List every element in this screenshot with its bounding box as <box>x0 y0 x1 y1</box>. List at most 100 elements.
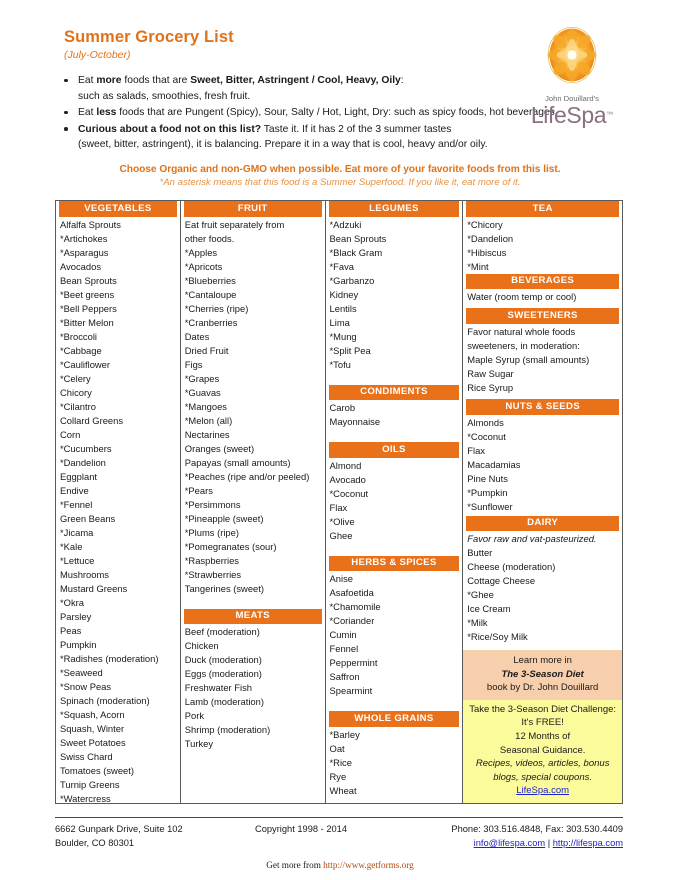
page-footer: 6662 Gunpark Drive, Suite 102 Boulder, C… <box>55 817 623 850</box>
list-item: *Dandelion <box>60 456 106 468</box>
list-item: Eat fruit separately from <box>184 218 285 230</box>
footer-contact: Phone: 303.516.4848, Fax: 303.530.4409 i… <box>430 822 623 850</box>
list-item: Squash, Winter <box>60 722 125 734</box>
list-item: Sweet Potatoes <box>60 736 126 748</box>
list-item: Carob <box>329 402 356 413</box>
bullet-dot-icon <box>64 78 68 82</box>
list-item: *Broccoli <box>60 330 97 342</box>
list-item: *Rice <box>329 756 352 768</box>
promo-book-title: The 3-Season Diet <box>501 668 584 680</box>
list-item: *Rice/Soy Milk <box>467 631 528 643</box>
list-item: Dates <box>184 330 210 342</box>
getforms-link[interactable]: http://www.getforms.org <box>323 860 414 870</box>
list-item: Oat <box>329 742 345 754</box>
list-item: Almonds <box>467 416 504 428</box>
notice-organic-line: Choose Organic and non-GMO when possible… <box>119 163 561 175</box>
list-item: *Hibiscus <box>467 246 507 258</box>
list-item: Pork <box>184 710 205 721</box>
bullet-mid: Taste it. If it has 2 of the 3 summer ta… <box>261 123 452 135</box>
section-header-herbs-spices: HERBS & SPICES <box>328 555 460 571</box>
list-legumes: *Adzuki Bean Sprouts *Black Gram *Fava *… <box>326 217 463 372</box>
section-header-vegetables: VEGETABLES <box>59 201 177 217</box>
list-item: Water (room temp or cool) <box>467 291 577 302</box>
list-item: Macadamias <box>467 458 521 470</box>
lifespa-logo: John Douillard's LifeSpa™ <box>512 22 632 128</box>
list-item: Anise <box>329 573 353 584</box>
list-item: Rye <box>329 770 347 782</box>
list-item: Butter <box>467 547 493 559</box>
bullet-post: : <box>400 75 404 86</box>
list-item: Cumin <box>329 629 357 640</box>
bullet-strong: Curious about a food not on this list? <box>78 123 262 135</box>
list-dairy: Favor raw and vat-pasteurized. Butter Ch… <box>463 531 622 644</box>
list-item: Dried Fruit <box>184 344 229 356</box>
bullet-strong: less <box>96 107 117 118</box>
list-item: Duck (moderation) <box>184 654 262 665</box>
promo-challenge-line1: Take the 3-Season Diet Challenge: <box>469 703 617 715</box>
list-item: Flax <box>329 501 348 513</box>
list-item: Mustard Greens <box>60 582 128 594</box>
promo-challenge-box: Take the 3-Season Diet Challenge: It's F… <box>463 699 622 803</box>
list-item: Cheese (moderation) <box>467 561 556 573</box>
list-item: Turnip Greens <box>60 778 120 790</box>
section-header-condiments: CONDIMENTS <box>328 384 460 400</box>
promo-challenge-line6: blogs, special coupons. <box>493 771 593 783</box>
list-item: Mayonnaise <box>329 416 381 427</box>
list-item: Rice Syrup <box>467 381 514 393</box>
notice-asterisk-line: *An asterisk means that this food is a S… <box>159 176 521 188</box>
list-item: *Milk <box>467 617 488 629</box>
list-item: *Mint <box>467 260 489 272</box>
section-header-whole-grains: WHOLE GRAINS <box>328 711 460 727</box>
list-item: Peas <box>60 624 82 636</box>
promo-book-author: book by Dr. John Douillard <box>486 682 599 694</box>
list-item: *Mung <box>329 330 357 342</box>
list-item: Almond <box>329 459 362 471</box>
getforms-prefix: Get more from <box>266 860 324 870</box>
list-item: Lentils <box>329 302 357 314</box>
list-item: *Apples <box>184 246 218 258</box>
list-item: Tomatoes (sweet) <box>60 764 134 776</box>
section-header-oils: OILS <box>328 442 460 458</box>
list-item: *Cucumbers <box>60 442 112 454</box>
list-item: *Cantaloupe <box>184 288 237 300</box>
bullet-mid: foods that are Pungent (Spicy), Sour, Sa… <box>116 107 558 118</box>
list-item: *Mangoes <box>184 400 227 412</box>
address-line-1: 6662 Gunpark Drive, Suite 102 <box>55 824 183 834</box>
list-item: Corn <box>60 428 81 440</box>
list-item: Peppermint <box>329 657 378 668</box>
list-item: *Watercress <box>60 792 111 804</box>
promo-challenge-line4: Seasonal Guidance. <box>499 744 586 756</box>
list-sweeteners: Favor natural whole foods sweeteners, in… <box>463 324 622 395</box>
list-item: Mushrooms <box>60 568 109 580</box>
list-item: *Cranberries <box>184 316 238 328</box>
list-item: *Split Pea <box>329 344 371 356</box>
list-item: Tangerines (sweet) <box>184 582 264 594</box>
footer-row: 6662 Gunpark Drive, Suite 102 Boulder, C… <box>55 822 623 850</box>
list-item: *Pomegranates (sour) <box>184 540 277 552</box>
list-item: *Kale <box>60 540 83 552</box>
list-item: sweeteners, in moderation: <box>467 339 580 351</box>
list-item: *Olive <box>329 515 355 527</box>
list-item: Swiss Chard <box>60 750 113 762</box>
list-item: *Bitter Melon <box>60 316 114 328</box>
promo-challenge-line2: It's FREE! <box>521 717 564 729</box>
list-vegetables: Alfalfa Sprouts *Artichokes *Asparagus A… <box>56 217 180 804</box>
list-item: Figs <box>184 358 203 370</box>
list-item: Parsley <box>60 610 92 622</box>
section-header-beverages: BEVERAGES <box>466 273 619 289</box>
grocery-list-page: Summer Grocery List (July-October) Eat m… <box>0 0 680 880</box>
address-line-2: Boulder, CO 80301 <box>55 838 135 848</box>
list-item: *Seaweed <box>60 666 103 678</box>
list-item: Spearmint <box>329 685 373 696</box>
logo-trademark: ™ <box>606 111 614 119</box>
lifespa-link[interactable]: LifeSpa.com <box>516 785 569 796</box>
footer-separator: | <box>547 838 551 848</box>
list-item: Beef (moderation) <box>184 626 260 637</box>
list-item: *Snow Peas <box>60 680 112 692</box>
section-header-tea: TEA <box>466 201 619 217</box>
footer-website-link[interactable]: http://lifespa.com <box>553 838 623 848</box>
list-item: Raw Sugar <box>467 367 514 379</box>
footer-email-link[interactable]: info@lifespa.com <box>474 838 545 848</box>
list-item: *Celery <box>60 372 91 384</box>
